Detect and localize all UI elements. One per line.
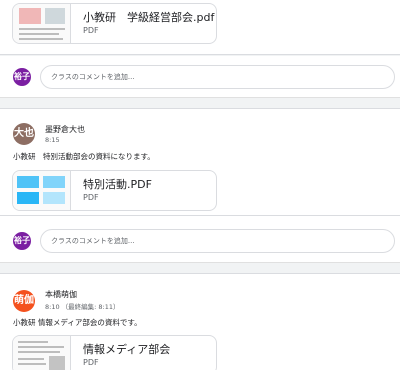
attachment-card[interactable]: 情報メディア部会 PDF xyxy=(12,335,217,370)
attachment-card[interactable]: 特別活動.PDF PDF xyxy=(12,170,217,211)
author-avatar: 大也 xyxy=(13,123,35,145)
author-name[interactable]: 墨野倉大也 xyxy=(45,124,85,135)
document-thumbnail xyxy=(13,4,71,43)
attachment-card[interactable]: 小教研 学級経営部会.pdf PDF xyxy=(12,3,217,44)
attachment-type: PDF xyxy=(83,26,99,35)
post-card-2: 大也 墨野倉大也 8:15 小教研 特別活動部会の資料になります。 特別活動.P… xyxy=(0,108,400,216)
attachment-title: 特別活動.PDF xyxy=(83,178,152,191)
class-comment-row: 裕子 クラスのコメントを追加... xyxy=(0,216,400,263)
attachment-type: PDF xyxy=(83,193,99,202)
document-thumbnail xyxy=(13,336,71,370)
attachment-type: PDF xyxy=(83,358,99,367)
post-text: 小教研 特別活動部会の資料になります。 xyxy=(13,152,155,161)
user-avatar: 裕子 xyxy=(13,68,31,86)
post-card-3: 萌伽 本橋萌伽 8:10 （最終編集: 8:11） 小教研 情報メディア部会の資… xyxy=(0,273,400,370)
attachment-title: 小教研 学級経営部会.pdf xyxy=(83,11,215,24)
post-time: 8:15 xyxy=(45,136,60,144)
user-avatar: 裕子 xyxy=(13,232,31,250)
slide-thumbnail xyxy=(13,171,71,210)
author-name[interactable]: 本橋萌伽 xyxy=(45,289,77,300)
post-text: 小教研 情報メディア部会の資料です。 xyxy=(13,318,142,327)
class-comment-row: 裕子 クラスのコメントを追加... xyxy=(0,56,400,98)
class-comment-input[interactable]: クラスのコメントを追加... xyxy=(40,229,395,253)
post-time: 8:10 （最終編集: 8:11） xyxy=(45,303,120,311)
post-card-1: 小教研 学級経営部会.pdf PDF xyxy=(0,0,400,55)
class-comment-input[interactable]: クラスのコメントを追加... xyxy=(40,65,395,89)
author-avatar: 萌伽 xyxy=(13,290,35,312)
attachment-title: 情報メディア部会 xyxy=(83,343,171,356)
